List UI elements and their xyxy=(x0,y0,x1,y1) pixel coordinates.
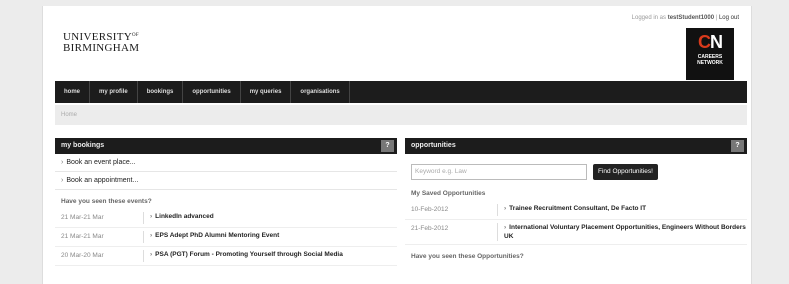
chevron-right-icon: › xyxy=(150,232,153,239)
chevron-right-icon: › xyxy=(150,251,153,258)
breadcrumb: Home xyxy=(55,105,747,125)
book-appointment-link[interactable]: › Book an appointment... xyxy=(55,172,397,190)
keyword-search-input[interactable]: Keyword e.g. Law xyxy=(411,164,587,180)
event-date: 21 Mar-21 Mar xyxy=(61,233,104,240)
university-logo[interactable]: UNIVERSITYOF BIRMINGHAM xyxy=(63,30,139,54)
book-event-link[interactable]: › Book an event place... xyxy=(55,154,397,172)
opportunity-link[interactable]: › Trainee Recruitment Consultant, De Fact… xyxy=(497,204,747,216)
chevron-right-icon: › xyxy=(504,224,507,231)
login-status: Logged in as testStudent1000 | Log out xyxy=(631,15,739,21)
nav-organisations[interactable]: organisations xyxy=(291,81,350,103)
event-title: EPS Adept PhD Alumni Mentoring Event xyxy=(155,232,280,239)
chevron-right-icon: › xyxy=(150,213,153,220)
careers-network-logo[interactable]: CN CAREERS NETWORK xyxy=(686,28,734,80)
opportunities-header: opportunities ? xyxy=(405,138,747,154)
event-link[interactable]: › PSA (PGT) Forum - Promoting Yourself th… xyxy=(143,250,397,262)
logo-line-network: NETWORK xyxy=(697,60,723,66)
opportunity-search: Keyword e.g. Law Find Opportunities! xyxy=(405,154,747,188)
opportunity-title: International Voluntary Placement Opport… xyxy=(504,224,746,240)
opportunity-date: 10-Feb-2012 xyxy=(411,206,449,213)
bookings-title: my bookings xyxy=(61,142,105,149)
bookings-panel: my bookings ? › Book an event place... › B… xyxy=(55,138,397,266)
logged-in-prefix: Logged in as xyxy=(631,15,667,21)
events-heading: Have you seen these events? xyxy=(61,198,152,205)
event-row: 21 Mar-21 Mar › EPS Adept PhD Alumni Ment… xyxy=(55,228,397,247)
event-row: 20 Mar-20 Mar › PSA (PGT) Forum - Promoti… xyxy=(55,247,397,266)
find-opportunities-button[interactable]: Find Opportunities! xyxy=(593,164,658,180)
nav-home[interactable]: home xyxy=(55,81,91,103)
main-nav: home my profile bookings opportunities m… xyxy=(55,81,747,103)
book-event-label: Book an event place... xyxy=(66,159,136,166)
bookings-header: my bookings ? xyxy=(55,138,397,154)
logout-link[interactable]: Log out xyxy=(719,15,739,21)
nav-bookings[interactable]: bookings xyxy=(138,81,184,103)
event-title: LinkedIn advanced xyxy=(155,213,214,220)
nav-my-profile[interactable]: my profile xyxy=(90,81,138,103)
event-link[interactable]: › LinkedIn advanced xyxy=(143,212,397,224)
opportunity-title: Trainee Recruitment Consultant, De Facto… xyxy=(509,205,647,212)
logo-of: OF xyxy=(132,33,139,38)
logo-line2: BIRMINGHAM xyxy=(63,42,140,54)
nav-my-queries[interactable]: my queries xyxy=(241,81,292,103)
logo-n: N xyxy=(710,32,723,52)
event-row: 21 Mar-21 Mar › LinkedIn advanced xyxy=(55,209,397,228)
opportunities-title: opportunities xyxy=(411,142,456,149)
opportunity-link[interactable]: › International Voluntary Placement Oppor… xyxy=(497,223,747,241)
page: Logged in as testStudent1000 | Log out U… xyxy=(42,6,752,284)
event-date: 21 Mar-21 Mar xyxy=(61,214,104,221)
username: testStudent1000 xyxy=(667,15,715,21)
chevron-right-icon: › xyxy=(61,177,64,184)
chevron-right-icon: › xyxy=(504,205,507,212)
bookings-help-button[interactable]: ? xyxy=(381,140,394,152)
event-link[interactable]: › EPS Adept PhD Alumni Mentoring Event xyxy=(143,231,397,243)
event-date: 20 Mar-20 Mar xyxy=(61,252,104,259)
chevron-right-icon: › xyxy=(61,159,64,166)
event-title: PSA (PGT) Forum - Promoting Yourself thr… xyxy=(155,251,343,258)
breadcrumb-home[interactable]: Home xyxy=(61,112,77,118)
logo-c: C xyxy=(698,32,711,52)
nav-opportunities[interactable]: opportunities xyxy=(183,81,241,103)
seen-opportunities-heading: Have you seen these Opportunities? xyxy=(411,253,524,260)
opportunities-panel: opportunities ? Keyword e.g. Law Find Op… xyxy=(405,138,747,264)
opportunities-help-button[interactable]: ? xyxy=(731,140,744,152)
saved-opportunity-row: 21-Feb-2012 › International Voluntary Pla… xyxy=(405,220,747,245)
saved-opportunity-row: 10-Feb-2012 › Trainee Recruitment Consult… xyxy=(405,201,747,220)
book-appointment-label: Book an appointment... xyxy=(66,177,139,184)
saved-opportunities-heading: My Saved Opportunities xyxy=(411,190,486,197)
opportunity-date: 21-Feb-2012 xyxy=(411,225,449,232)
